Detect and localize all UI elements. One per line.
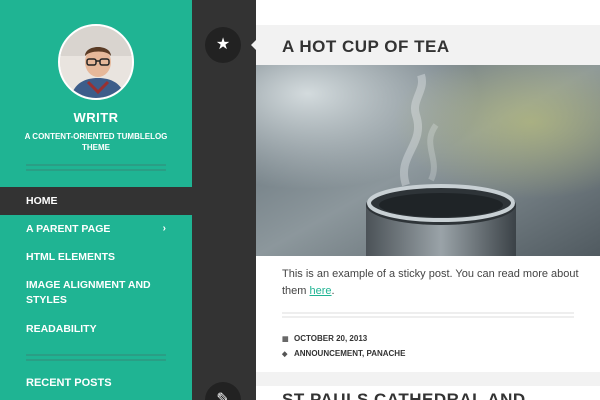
nav-item-label: HTML ELEMENTS <box>26 251 116 263</box>
tea-cup-photo[interactable] <box>256 65 600 256</box>
divider <box>26 164 166 171</box>
nav-item-label: IMAGE ALIGNMENT AND STYLES <box>26 279 151 306</box>
nav-item-label: A PARENT PAGE <box>26 223 111 235</box>
post-date-link[interactable]: OCTOBER 20, 2013 <box>294 334 367 343</box>
sticky-post: A HOT CUP OF TEA This is an example of a… <box>256 0 600 372</box>
featured-image <box>256 65 600 256</box>
star-icon: ★ <box>205 27 241 63</box>
nav-item-image-alignment[interactable]: IMAGE ALIGNMENT AND STYLES <box>0 271 192 315</box>
sidebar: WRITR A CONTENT-ORIENTED TUMBLELOG THEME… <box>0 0 192 400</box>
site-tagline: A CONTENT-ORIENTED TUMBLELOG THEME <box>24 132 168 152</box>
excerpt-suffix: . <box>331 285 335 297</box>
avatar[interactable] <box>58 24 134 100</box>
tag-icon: ◆ <box>282 351 288 358</box>
post-date: ▦ OCTOBER 20, 2013 <box>282 334 367 343</box>
post-excerpt: This is an example of a sticky post. You… <box>282 266 582 300</box>
post-title[interactable]: ST PAULS CATHEDRAL AND <box>282 390 526 400</box>
post-categories: ◆ ANNOUNCEMENT, PANACHE <box>282 349 405 358</box>
chevron-right-icon[interactable]: › <box>163 215 166 243</box>
nav-item-readability[interactable]: READABILITY <box>0 315 192 343</box>
nav-item-parent-page[interactable]: A PARENT PAGE › <box>0 215 192 243</box>
site-title[interactable]: WRITR <box>0 110 192 125</box>
nav-item-home[interactable]: HOME <box>0 187 192 215</box>
calendar-icon: ▦ <box>282 336 289 343</box>
excerpt-link[interactable]: here <box>310 285 332 297</box>
nav-item-label: HOME <box>26 195 58 207</box>
nav-item-label: READABILITY <box>26 323 97 335</box>
nav-item-html-elements[interactable]: HTML ELEMENTS <box>0 243 192 271</box>
post-title[interactable]: A HOT CUP OF TEA <box>282 37 450 57</box>
divider <box>282 312 574 318</box>
main-navigation: HOME A PARENT PAGE › HTML ELEMENTS IMAGE… <box>0 187 192 343</box>
post-categories-links[interactable]: ANNOUNCEMENT, PANACHE <box>294 349 405 358</box>
recent-posts-heading: RECENT POSTS <box>26 377 112 389</box>
post: ST PAULS CATHEDRAL AND <box>256 386 600 400</box>
divider <box>26 354 166 361</box>
person-portrait-icon <box>60 26 132 98</box>
